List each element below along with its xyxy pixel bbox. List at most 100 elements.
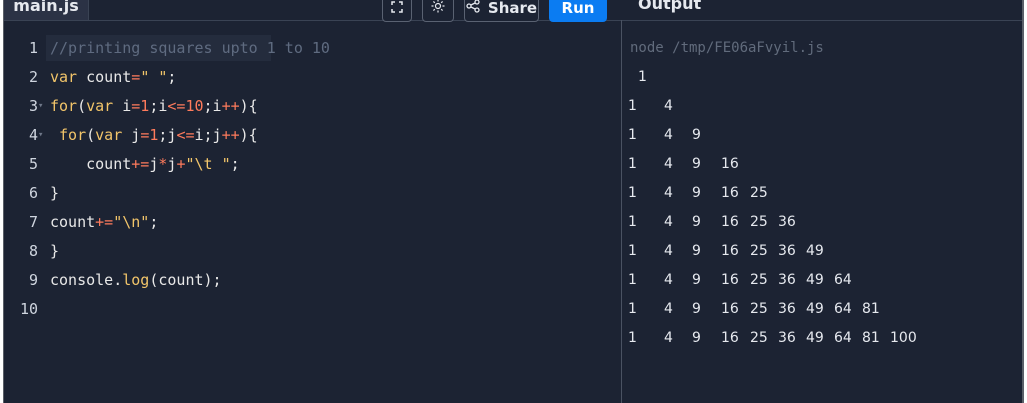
- share-button[interactable]: Share: [464, 0, 539, 22]
- output-value: 4: [664, 98, 673, 114]
- fullscreen-icon: [391, 0, 403, 17]
- output-value: 36: [778, 214, 796, 230]
- output-value: 25: [750, 301, 768, 317]
- output-title: Output: [638, 0, 702, 13]
- code-text: for(var j=1;j<=i;j++){: [59, 126, 258, 144]
- output-line: 1 4 9: [624, 122, 1024, 151]
- output-value: 9: [692, 330, 701, 346]
- code-line: 2 var count=" ";: [4, 64, 621, 93]
- theme-toggle-button[interactable]: [422, 0, 454, 22]
- output-value: 16: [721, 301, 739, 317]
- output-value: 1: [628, 214, 637, 230]
- code-playground: main.js Share Run Output 1 //printing sq…: [3, 0, 1024, 403]
- output-value: 1: [628, 330, 637, 346]
- code-text: console.log(count);: [50, 271, 222, 289]
- line-number: 3: [28, 97, 38, 115]
- output-value: 4: [664, 156, 673, 172]
- output-value: 49: [806, 330, 824, 346]
- output-value: 4: [664, 127, 673, 143]
- output-value: 4: [664, 214, 673, 230]
- code-line: 7 count+="\n";: [4, 209, 621, 238]
- output-value: 16: [721, 185, 739, 201]
- sun-icon: [431, 0, 445, 17]
- output-value: 25: [750, 330, 768, 346]
- output-value: 25: [750, 272, 768, 288]
- run-button[interactable]: Run: [549, 0, 607, 22]
- line-number: 2: [28, 68, 38, 86]
- output-line: 1 4 9 16 25: [624, 180, 1024, 209]
- output-value: 25: [750, 185, 768, 201]
- tab-label: main.js: [13, 0, 79, 15]
- code-line: 10: [4, 296, 621, 325]
- fold-icon[interactable]: ▾: [38, 93, 43, 119]
- code-text: }: [50, 184, 60, 202]
- code-text: for(var i=1;i<=10;i++){: [50, 97, 258, 115]
- output-value: 36: [778, 272, 796, 288]
- output-line: 1 4 9 16 25 36 49: [624, 238, 1024, 267]
- keyword-var: var: [50, 68, 78, 86]
- output-value: 1: [628, 272, 637, 288]
- line-number: 8: [28, 242, 38, 260]
- line-number: 6: [28, 184, 38, 202]
- output-value: 1: [628, 127, 637, 143]
- fold-icon[interactable]: ▾: [38, 122, 43, 148]
- output-value: 64: [834, 330, 852, 346]
- line-number: 7: [28, 213, 38, 231]
- output-value: 9: [692, 243, 701, 259]
- command-line: node /tmp/FE06aFvyil.js: [630, 40, 824, 56]
- code-line: 8 }: [4, 238, 621, 267]
- fullscreen-button[interactable]: [382, 0, 412, 22]
- output-value: 36: [778, 330, 796, 346]
- operator: =: [131, 68, 141, 86]
- line-number: 10: [19, 300, 38, 318]
- code-text: count+=j*j+"\t ";: [50, 155, 240, 173]
- output-value: 64: [834, 301, 852, 317]
- output-value: 64: [834, 272, 852, 288]
- top-toolbar: main.js Share Run Output: [4, 0, 1022, 22]
- output-value: 49: [806, 272, 824, 288]
- output-value: 9: [692, 272, 701, 288]
- output-value: 49: [806, 243, 824, 259]
- output-value: 25: [750, 214, 768, 230]
- pane-divider[interactable]: [621, 20, 622, 403]
- output-value: 4: [664, 272, 673, 288]
- output-value: 49: [806, 301, 824, 317]
- output-line: 14: [624, 93, 1024, 122]
- code-text: //printing squares upto 1 to 10: [50, 39, 330, 57]
- output-value: 4: [664, 185, 673, 201]
- code-text: }: [50, 242, 60, 260]
- output-line: 1 4 9 16 25 36 49 64 81 100: [624, 325, 1024, 354]
- tab-main-js[interactable]: main.js: [4, 0, 89, 20]
- share-label: Share: [487, 0, 538, 17]
- output-value: 81: [862, 330, 880, 346]
- output-value: 36: [778, 301, 796, 317]
- output-value: 36: [778, 243, 796, 259]
- output-value: 4: [664, 243, 673, 259]
- output-value: 9: [692, 214, 701, 230]
- output-value: 16: [721, 330, 739, 346]
- code-line: 4 ▾ for(var j=1;j<=i;j++){: [4, 122, 621, 151]
- output-value: 9: [692, 156, 701, 172]
- output-value: 100: [890, 330, 917, 346]
- output-value: 1: [628, 185, 637, 201]
- code-line: 9 console.log(count);: [4, 267, 621, 296]
- code-line: 5 count+=j*j+"\t ";: [4, 151, 621, 180]
- output-value: 16: [721, 243, 739, 259]
- output-line: 1: [624, 64, 1024, 93]
- output-value: 9: [692, 185, 701, 201]
- output-value: 1: [628, 301, 637, 317]
- string-literal: " ": [140, 68, 168, 86]
- output-value: 1: [628, 243, 637, 259]
- output-value: 81: [862, 301, 880, 317]
- line-number: 9: [28, 271, 38, 289]
- code-line: 1 //printing squares upto 1 to 10: [4, 35, 621, 64]
- output-value: 1: [638, 69, 647, 85]
- line-number: 4: [28, 126, 38, 144]
- output-value: 25: [750, 243, 768, 259]
- output-value: 16: [721, 156, 739, 172]
- output-line: 1 4 9 16 25 36 49 64 81: [624, 296, 1024, 325]
- share-icon: [466, 0, 480, 17]
- code-text: count+="\n";: [50, 213, 159, 231]
- output-value: 1: [628, 156, 637, 172]
- code-line: 6 }: [4, 180, 621, 209]
